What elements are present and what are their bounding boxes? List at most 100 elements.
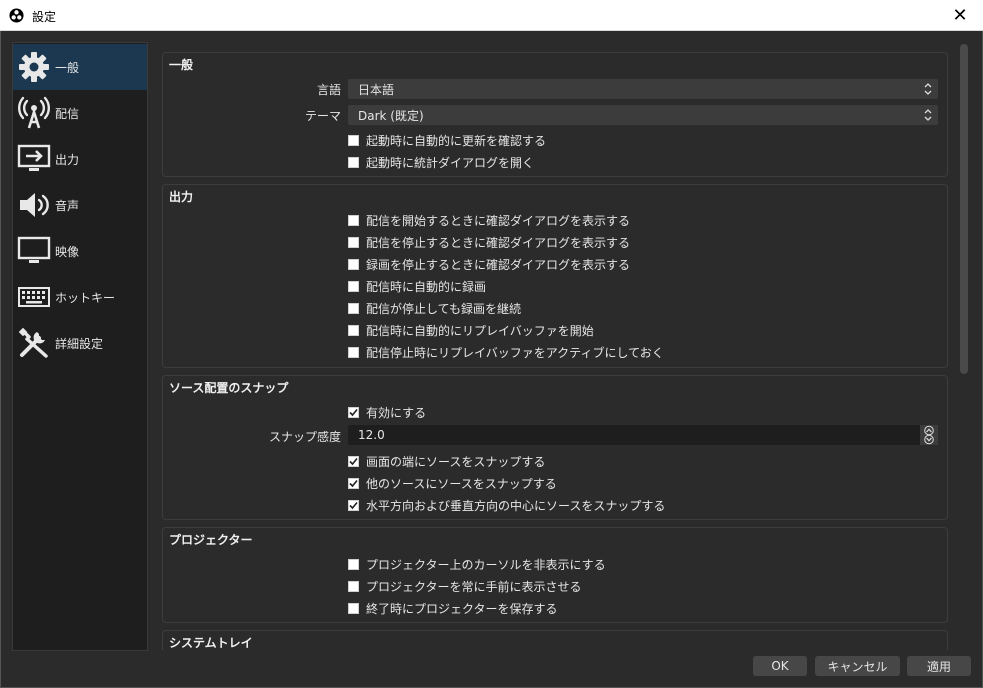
confirm-stop-recording[interactable]: 録画を停止するときに確認ダイアログを表示する	[348, 256, 630, 273]
window-title: 設定	[32, 10, 57, 24]
spin-buttons[interactable]	[920, 425, 938, 445]
settings-content: 一般 言語 日本語 テーマ Dark (既定) 起動時に自動的に更新を確認する …	[155, 42, 955, 650]
checkbox-label: 配信が停止しても録画を継続	[366, 302, 522, 316]
snapping-group: ソース配置のスナップ 有効にする スナップ感度 12.0 画面の端にソースをスナ…	[162, 375, 948, 520]
checkbox[interactable]	[348, 259, 359, 270]
apply-button[interactable]: 適用	[907, 656, 971, 676]
snap-sensitivity-label: スナップ感度	[268, 430, 341, 444]
checkbox[interactable]	[348, 559, 359, 570]
auto-start-replay-buffer[interactable]: 配信時に自動的にリプレイバッファを開始	[348, 322, 594, 339]
auto-record-when-streaming[interactable]: 配信時に自動的に録画	[348, 278, 486, 295]
sidebar-item-stream[interactable]: 配信	[13, 90, 147, 136]
keep-replay-buffer-active[interactable]: 配信停止時にリプレイバッファをアクティブにしておく	[348, 344, 664, 361]
checkbox-label: 配信時に自動的にリプレイバッファを開始	[366, 324, 594, 338]
scrollbar-thumb[interactable]	[960, 44, 968, 374]
projector-always-on-top[interactable]: プロジェクターを常に手前に表示させる	[348, 578, 582, 595]
checkbox[interactable]	[348, 407, 359, 418]
sidebar-item-audio[interactable]: 音声	[13, 182, 147, 228]
language-select[interactable]: 日本語	[348, 79, 938, 99]
language-label: 言語	[316, 83, 341, 97]
checkmark-icon	[349, 457, 358, 466]
sidebar-item-label: 詳細設定	[55, 336, 104, 351]
keyboard-icon	[15, 278, 53, 316]
broadcast-antenna-icon	[15, 94, 53, 132]
sidebar-item-label: 音声	[55, 198, 80, 213]
group-title: プロジェクター	[169, 533, 253, 547]
snap-to-other-sources[interactable]: 他のソースにソースをスナップする	[348, 475, 557, 492]
checkbox[interactable]	[348, 303, 359, 314]
updown-arrows-icon	[924, 109, 932, 121]
ok-button[interactable]: OK	[753, 656, 807, 676]
checkbox[interactable]	[348, 325, 359, 336]
checkbox[interactable]	[348, 500, 359, 511]
tools-icon	[15, 324, 53, 362]
snapping-enable[interactable]: 有効にする	[348, 404, 426, 421]
checkbox-label: 起動時に自動的に更新を確認する	[366, 134, 547, 148]
checkbox[interactable]	[348, 347, 359, 358]
sidebar-item-label: 出力	[55, 152, 80, 167]
checkmark-icon	[349, 501, 358, 510]
checkbox[interactable]	[348, 237, 359, 248]
spin-arrows-icon	[924, 425, 934, 445]
checkmark-icon	[349, 479, 358, 488]
checkbox-label: 配信を開始するときに確認ダイアログを表示する	[366, 214, 631, 228]
group-title: システムトレイ	[169, 636, 253, 650]
checkbox[interactable]	[348, 215, 359, 226]
projector-group: プロジェクター プロジェクター上のカーソルを非表示にする プロジェクターを常に手…	[162, 527, 948, 623]
group-title: 出力	[169, 190, 194, 204]
output-monitor-icon	[15, 140, 53, 178]
gear-icon	[15, 48, 53, 86]
hide-projector-cursor[interactable]: プロジェクター上のカーソルを非表示にする	[348, 556, 606, 573]
monitor-icon	[15, 232, 53, 270]
group-title: ソース配置のスナップ	[169, 381, 289, 395]
checkbox-label: 画面の端にソースをスナップする	[366, 455, 546, 469]
checkbox[interactable]	[348, 135, 359, 146]
sidebar-item-label: 一般	[55, 60, 80, 75]
checkbox-label: 終了時にプロジェクターを保存する	[366, 602, 558, 616]
confirm-stop-stream[interactable]: 配信を停止するときに確認ダイアログを表示する	[348, 234, 630, 251]
confirm-start-stream[interactable]: 配信を開始するときに確認ダイアログを表示する	[348, 212, 630, 229]
checkbox[interactable]	[348, 281, 359, 292]
speaker-icon	[15, 186, 53, 224]
cancel-button[interactable]: キャンセル	[815, 656, 900, 676]
checkbox[interactable]	[348, 157, 359, 168]
updown-arrows-icon	[924, 83, 932, 95]
close-icon: ✕	[952, 5, 968, 26]
theme-value: Dark (既定)	[358, 108, 424, 123]
sidebar-item-advanced[interactable]: 詳細設定	[13, 320, 147, 366]
keep-recording-after-stream[interactable]: 配信が停止しても録画を継続	[348, 300, 521, 317]
output-group: 出力 配信を開始するときに確認ダイアログを表示する 配信を停止するときに確認ダイ…	[162, 184, 948, 368]
snap-to-screen-edges[interactable]: 画面の端にソースをスナップする	[348, 453, 545, 470]
title-bar: 設定 ✕	[0, 0, 983, 31]
checkbox-label: プロジェクター上のカーソルを非表示にする	[366, 558, 606, 572]
checkbox[interactable]	[348, 581, 359, 592]
checkbox[interactable]	[348, 478, 359, 489]
general-group: 一般 言語 日本語 テーマ Dark (既定) 起動時に自動的に更新を確認する …	[162, 52, 948, 177]
sidebar-item-label: 映像	[55, 244, 80, 259]
checkbox-label: 配信時に自動的に録画	[366, 280, 487, 294]
obs-logo-icon	[9, 8, 24, 23]
sidebar-item-hotkeys[interactable]: ホットキー	[13, 274, 147, 320]
checkbox[interactable]	[348, 456, 359, 467]
check-update-on-startup[interactable]: 起動時に自動的に更新を確認する	[348, 132, 546, 149]
systray-group: システムトレイ	[162, 630, 948, 650]
checkbox-label: 水平方向および垂直方向の中心にソースをスナップする	[366, 499, 666, 513]
sidebar-item-general[interactable]: 一般	[13, 44, 147, 90]
sidebar: 一般 配信 出力 音声 映像 ホットキー 詳細設定	[12, 42, 148, 651]
sidebar-item-video[interactable]: 映像	[13, 228, 147, 274]
save-projectors-on-exit[interactable]: 終了時にプロジェクターを保存する	[348, 600, 558, 617]
theme-select[interactable]: Dark (既定)	[348, 105, 938, 125]
sidebar-item-label: ホットキー	[55, 290, 116, 305]
snap-sensitivity-input[interactable]: 12.0	[348, 425, 938, 445]
content-scrollbar[interactable]	[958, 42, 970, 650]
snap-to-center[interactable]: 水平方向および垂直方向の中心にソースをスナップする	[348, 497, 665, 514]
checkbox-label: プロジェクターを常に手前に表示させる	[366, 580, 582, 594]
theme-label: テーマ	[304, 109, 341, 123]
checkbox-label: 配信を停止するときに確認ダイアログを表示する	[366, 236, 631, 250]
sidebar-item-label: 配信	[55, 106, 80, 121]
sidebar-item-output[interactable]: 出力	[13, 136, 147, 182]
open-stats-on-startup[interactable]: 起動時に統計ダイアログを開く	[348, 154, 534, 171]
checkbox[interactable]	[348, 603, 359, 614]
close-button[interactable]: ✕	[937, 0, 983, 31]
checkbox-label: 起動時に統計ダイアログを開く	[366, 156, 535, 170]
